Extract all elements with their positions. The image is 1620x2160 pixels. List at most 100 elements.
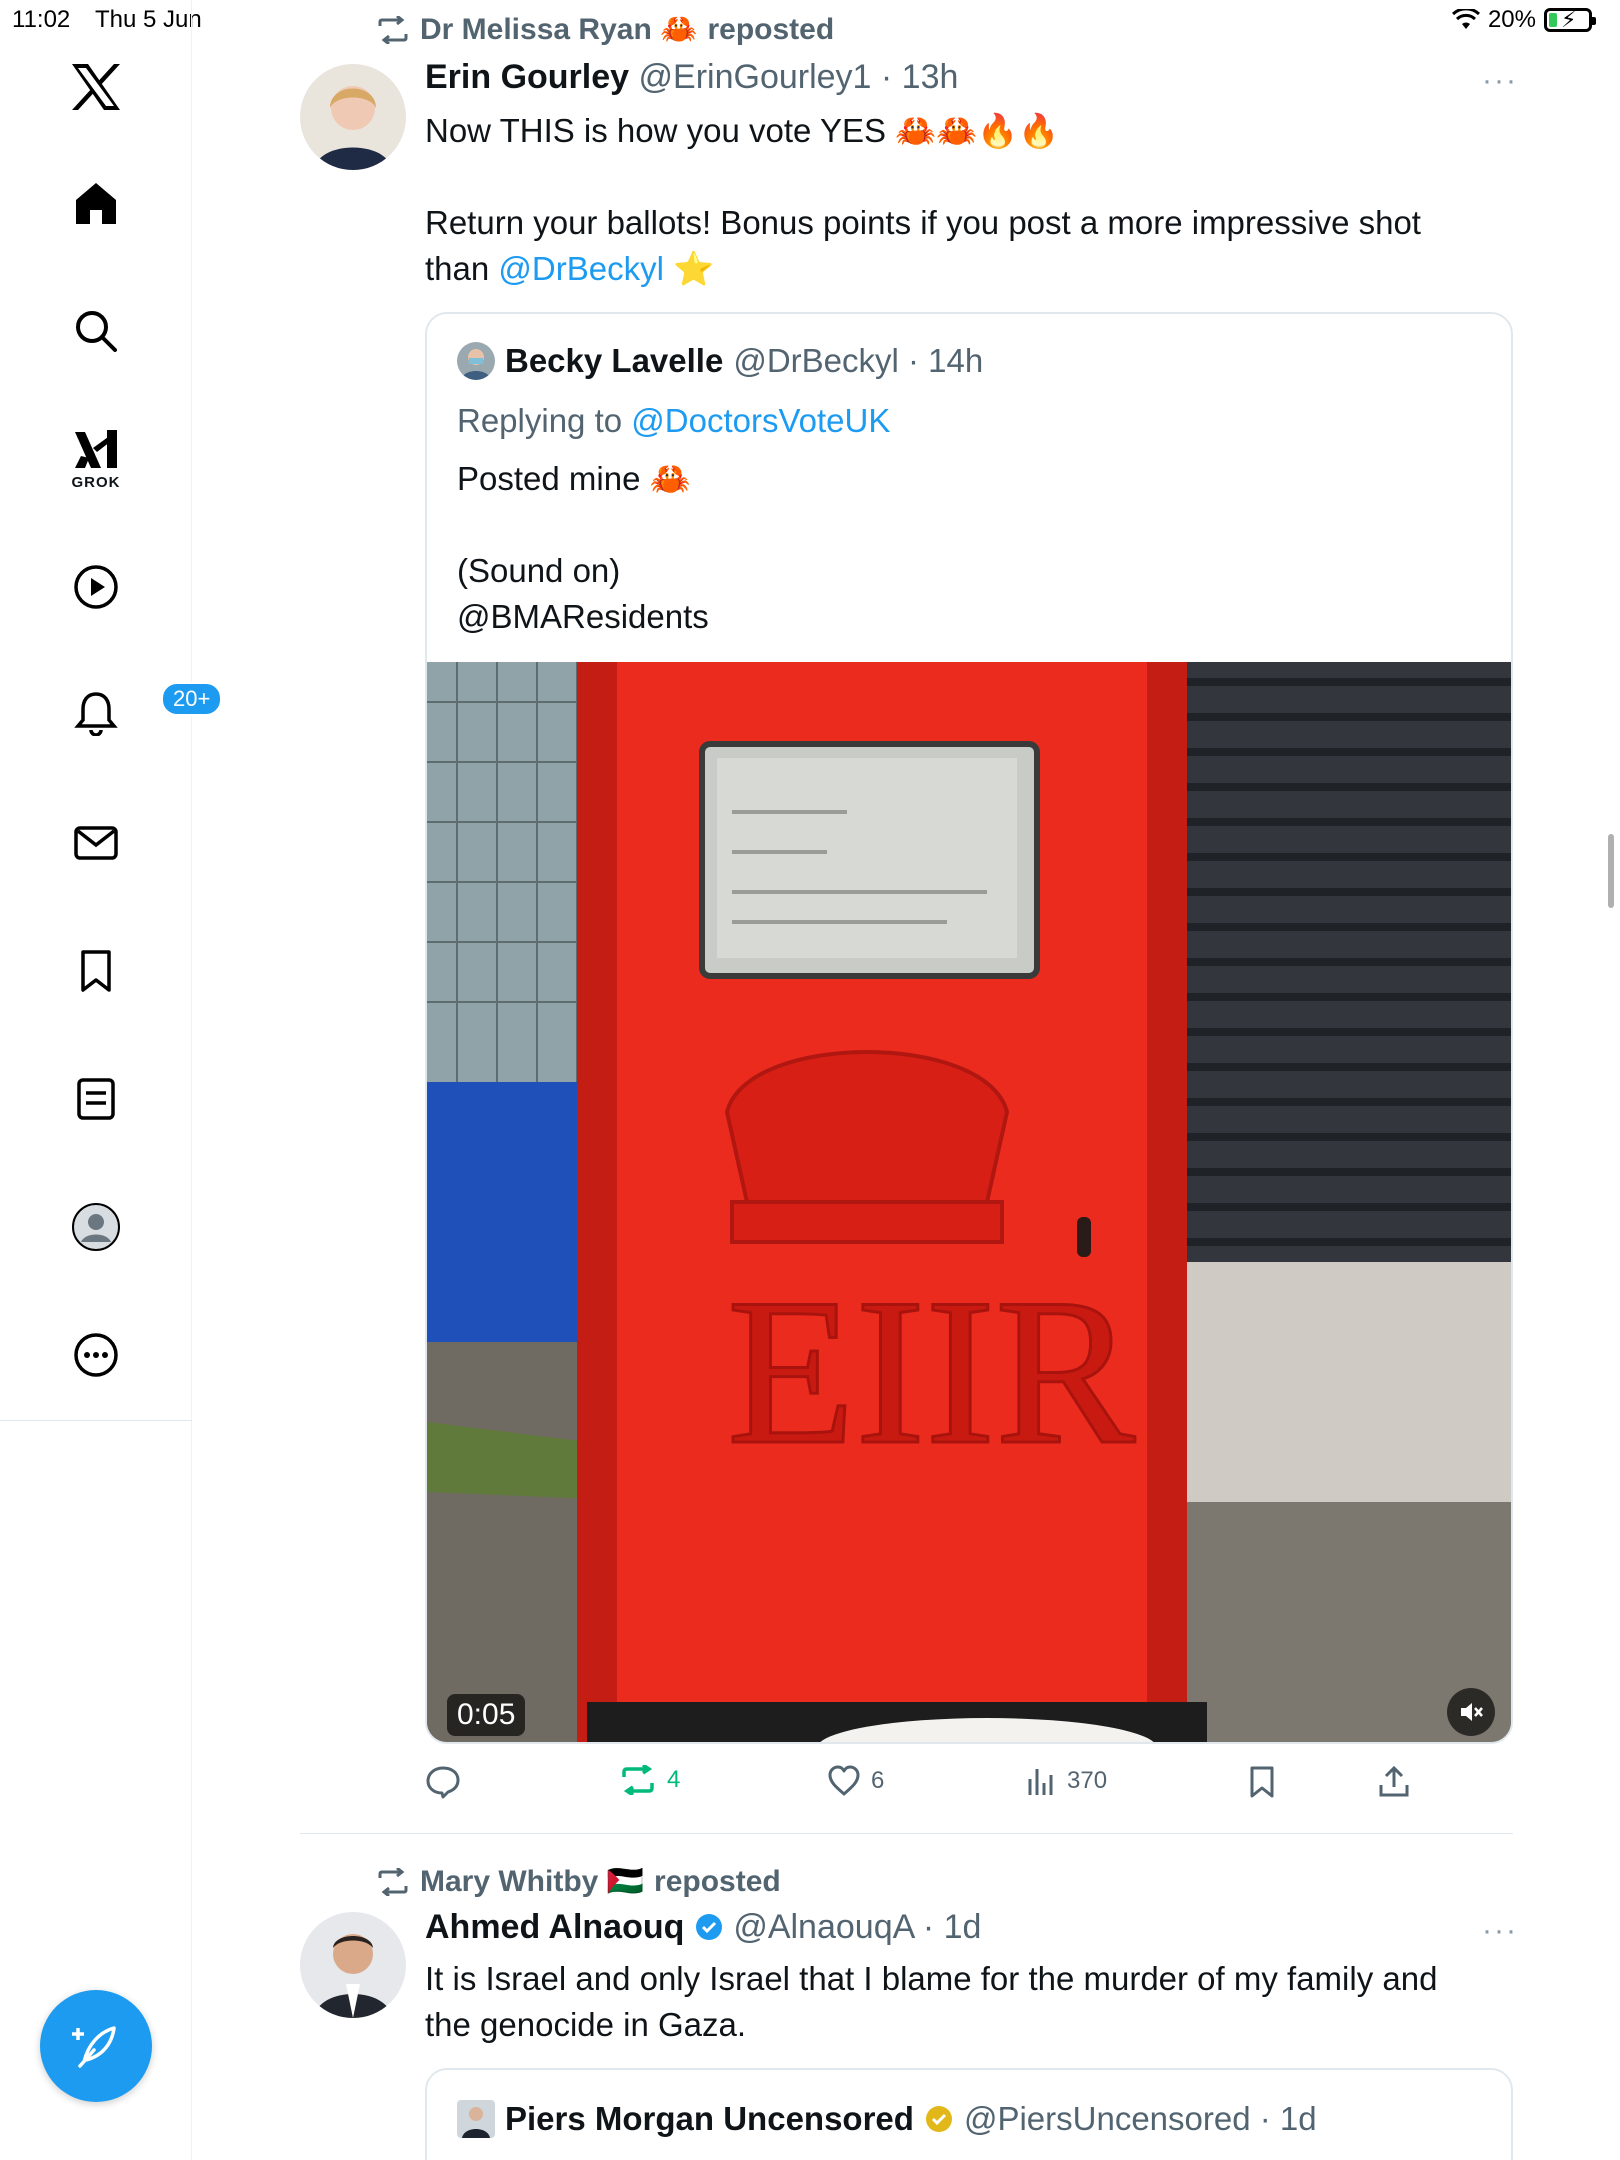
nav-home[interactable] <box>0 180 192 226</box>
verified-badge-icon <box>695 1914 722 1940</box>
avatar-image <box>300 1912 406 2018</box>
home-icon <box>76 183 116 224</box>
grok-icon <box>75 430 117 468</box>
repost-line: Dr Melissa Ryan 🦀 reposted <box>376 12 834 47</box>
sidebar-divider <box>0 1420 192 1421</box>
more-options-icon[interactable]: ··· <box>1482 1914 1518 1948</box>
repost-icon <box>622 1765 654 1795</box>
author-meta[interactable]: @ErinGourley1 · 13h <box>639 58 959 96</box>
tweet-line: the genocide in Gaza. <box>425 2006 747 2043</box>
repost-button[interactable]: 4 <box>619 1765 680 1795</box>
speaker-muted-icon <box>1461 1703 1483 1721</box>
tweet-text: It is Israel and only Israel that I blam… <box>425 1956 1505 2048</box>
tweet-header: Ahmed Alnaouq @AlnaouqA · 1d <box>425 1908 981 1947</box>
svg-text:EIIR: EIIR <box>727 1256 1135 1488</box>
more-circle-icon <box>74 1333 118 1377</box>
quote-header: Becky Lavelle @DrBeckyl · 14h <box>457 342 983 380</box>
replying-prefix: Replying to <box>457 402 632 439</box>
play-circle-icon <box>74 565 118 609</box>
mute-button[interactable] <box>1447 1688 1495 1736</box>
repost-icon <box>378 1867 408 1896</box>
share-button[interactable] <box>1377 1765 1411 1799</box>
nav-notifications[interactable]: 20+ <box>0 682 223 736</box>
verified-gold-badge-icon <box>925 2106 952 2132</box>
quote-line: Posted mine 🦀 <box>457 460 691 497</box>
repost-suffix: reposted <box>654 1864 781 1898</box>
repost-line: Mary Whitby 🇵🇸 reposted <box>376 1864 781 1899</box>
tweet-text-segment: than <box>425 250 499 287</box>
avatar-image <box>457 2100 495 2138</box>
nav-video[interactable] <box>0 564 192 610</box>
share-icon <box>1379 1765 1409 1797</box>
analytics-icon <box>1028 1769 1053 1795</box>
compose-feather-icon <box>72 2026 116 2068</box>
tweet-line: Return your ballots! Bonus points if you… <box>425 204 1421 241</box>
views-button[interactable]: 370 <box>1025 1765 1107 1797</box>
timeline: Dr Melissa Ryan 🦀 reposted Erin Gourley … <box>192 0 1532 2160</box>
mention-link[interactable]: @DrBeckyl <box>498 250 664 287</box>
nav-grok[interactable]: GROK <box>0 428 192 491</box>
tweet-line: than @DrBeckyl ⭐ <box>425 246 1505 292</box>
nav-search[interactable] <box>0 308 192 354</box>
tweet-header: Erin Gourley @ErinGourley1 · 13h <box>425 58 958 97</box>
repost-by[interactable]: Dr Melissa Ryan 🦀 <box>420 12 697 47</box>
video-frame-postbox: EIIR <box>427 662 1511 1742</box>
heart-icon <box>828 1765 860 1796</box>
quote-line: @BMAResidents <box>457 598 709 635</box>
nav-profile[interactable] <box>0 1202 192 1252</box>
reply-icon <box>426 1766 460 1799</box>
quote-author-meta[interactable]: @DrBeckyl · 14h <box>733 342 983 380</box>
avatar-ahmed-alnaouq[interactable] <box>300 1912 406 2018</box>
avatar-erin-gourley[interactable] <box>300 64 406 170</box>
quote-body: Replying to @DoctorsVoteUK Posted mine 🦀… <box>457 398 1477 640</box>
quote-author-meta[interactable]: @PiersUncensored · 1d <box>964 2100 1317 2138</box>
profile-avatar-icon <box>72 1203 120 1251</box>
author-meta[interactable]: @AlnaouqA · 1d <box>733 1908 981 1946</box>
tweet-line: Now THIS is how you vote YES 🦀🦀🔥🔥 <box>425 112 1060 149</box>
list-icon <box>77 1078 115 1120</box>
repost-by[interactable]: Mary Whitby 🇵🇸 <box>420 1864 644 1899</box>
quote-author-name[interactable]: Piers Morgan Uncensored <box>505 2100 914 2138</box>
author-name[interactable]: Erin Gourley <box>425 58 629 96</box>
replying-to: Replying to @DoctorsVoteUK <box>457 398 1477 444</box>
bookmark-icon <box>1250 1766 1274 1798</box>
video-player[interactable]: EIIR 0:05 <box>427 662 1511 1742</box>
tweet-text-segment: ⭐ <box>663 250 715 287</box>
avatar-image <box>300 64 406 170</box>
bookmark-icon <box>81 950 111 992</box>
repost-icon <box>378 15 408 44</box>
like-count: 6 <box>871 1767 885 1794</box>
search-icon <box>76 311 117 352</box>
more-options-icon[interactable]: ··· <box>1482 64 1518 98</box>
nav-messages[interactable] <box>0 820 192 866</box>
x-logo[interactable] <box>0 62 192 112</box>
nav-bookmarks[interactable] <box>0 948 192 994</box>
bookmark-button[interactable] <box>1247 1765 1277 1799</box>
bell-icon <box>74 692 118 736</box>
battery-fill <box>1549 13 1557 27</box>
nav-lists[interactable] <box>0 1076 192 1122</box>
like-button[interactable]: 6 <box>827 1765 884 1797</box>
tweet-text: Now THIS is how you vote YES 🦀🦀🔥🔥 Return… <box>425 108 1505 292</box>
quoted-tweet[interactable]: Becky Lavelle @DrBeckyl · 14h Replying t… <box>425 312 1513 1744</box>
grok-label: GROK <box>71 474 121 491</box>
tweet-divider <box>300 1833 1513 1834</box>
views-count: 370 <box>1067 1767 1108 1794</box>
tweet-actions: 4 6 370 <box>425 1765 1525 1805</box>
reply-button[interactable] <box>425 1765 461 1799</box>
quote-author-name[interactable]: Becky Lavelle <box>505 342 723 380</box>
repost-suffix: reposted <box>707 12 835 46</box>
charging-bolt-icon: ⚡ <box>1561 7 1577 32</box>
avatar-image <box>457 342 495 380</box>
repost-count: 4 <box>667 1766 681 1793</box>
scrollbar[interactable] <box>1608 834 1614 908</box>
avatar-becky-lavelle[interactable] <box>457 342 495 380</box>
nav-more[interactable] <box>0 1332 192 1378</box>
avatar-piers-uncensored[interactable] <box>457 2100 495 2138</box>
quoted-tweet[interactable]: Piers Morgan Uncensored @PiersUncensored… <box>425 2068 1513 2160</box>
compose-button[interactable] <box>40 1990 152 2102</box>
video-timestamp: 0:05 <box>447 1694 526 1736</box>
replying-link[interactable]: @DoctorsVoteUK <box>631 402 890 439</box>
sidebar: GROK 20+ <box>0 0 223 2160</box>
author-name[interactable]: Ahmed Alnaouq <box>425 1908 684 1946</box>
